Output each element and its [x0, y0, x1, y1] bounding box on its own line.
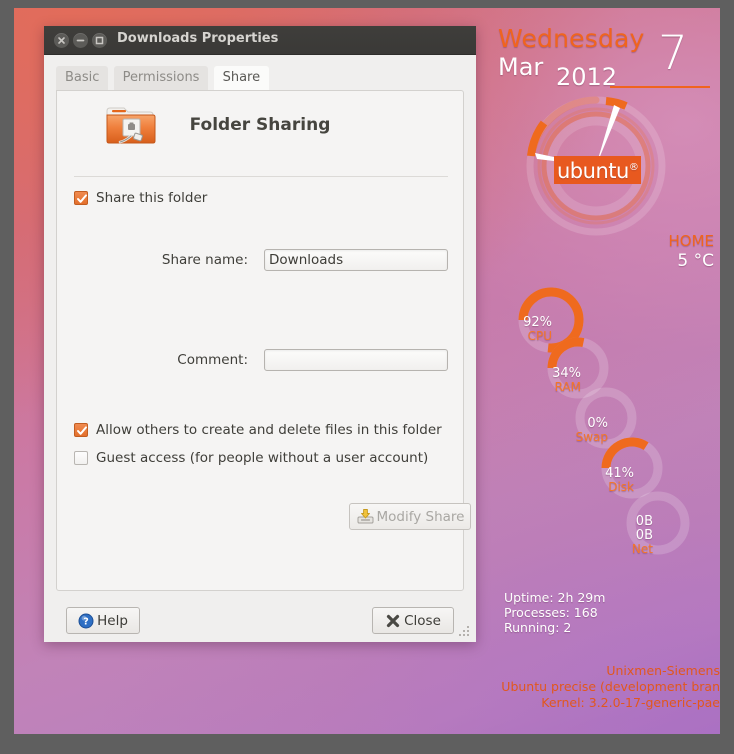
- weather-temperature: 5 °C: [677, 251, 714, 271]
- share-this-folder-label: Share this folder: [96, 190, 208, 206]
- conky-monitor-rings: 92% CPU 34% RAM 0% Swap 41% Disk 0B 0B N…: [508, 280, 698, 570]
- tab-permissions[interactable]: Permissions: [113, 66, 209, 90]
- clock-arc-faint: [529, 96, 600, 153]
- comment-input[interactable]: [264, 349, 448, 371]
- desktop-wallpaper: Wednesday Mar 2012 7 ubuntu® HOME 5 °C 9…: [14, 8, 720, 734]
- header-divider: [74, 176, 448, 177]
- ring-net-label: Net: [632, 542, 653, 556]
- share-tab-panel: Folder Sharing Share this folder Share n…: [56, 90, 471, 591]
- allow-create-delete-checkbox[interactable]: Allow others to create and delete files …: [74, 422, 442, 438]
- stat-uptime: Uptime: 2h 29m: [504, 590, 606, 605]
- conky-year: 2012: [556, 63, 618, 91]
- ring-disk: 41% Disk: [601, 437, 663, 499]
- close-button[interactable]: Close: [372, 607, 454, 634]
- modify-share-button[interactable]: Modify Share: [349, 503, 471, 530]
- comment-row: Comment:: [74, 349, 448, 371]
- ring-cpu: 92% CPU: [518, 287, 584, 353]
- ring-ram-label: RAM: [555, 380, 581, 394]
- share-name-row: Share name:: [74, 249, 448, 271]
- ring-net-value-down: 0B: [636, 528, 653, 543]
- ubuntu-logo-mark: ®: [628, 162, 639, 173]
- host-distro: Ubuntu precise (development bran: [501, 679, 720, 694]
- ring-cpu-label: CPU: [528, 329, 552, 343]
- share-name-label: Share name:: [161, 252, 248, 268]
- dialog-action-bar: ? Help Close: [44, 599, 476, 642]
- allow-create-delete-label: Allow others to create and delete files …: [96, 422, 442, 438]
- ring-swap-label: Swap: [576, 430, 608, 444]
- stat-running: Running: 2: [504, 620, 572, 635]
- ring-disk-label: Disk: [608, 480, 634, 494]
- host-kernel: Kernel: 3.2.0-17-generic-pae: [541, 695, 720, 710]
- guest-access-checkbox[interactable]: Guest access (for people without a user …: [74, 450, 428, 466]
- screen: Wednesday Mar 2012 7 ubuntu® HOME 5 °C 9…: [0, 0, 734, 754]
- conky-system-stats: Uptime: 2h 29m Processes: 168 Running: 2: [504, 590, 720, 635]
- clock-arc-second: [527, 120, 548, 157]
- ring-ram-value: 34%: [552, 366, 581, 381]
- clock-rings: [526, 96, 666, 236]
- weather-location: HOME: [668, 232, 714, 250]
- stat-processes: Processes: 168: [504, 605, 598, 620]
- svg-text:?: ?: [83, 616, 89, 627]
- clock-minute-hand: [596, 105, 620, 166]
- downloads-properties-dialog: Downloads Properties Basic Permissions S…: [44, 26, 476, 642]
- close-x-icon: [387, 614, 400, 627]
- conky-date-widget: Wednesday Mar 2012 7: [476, 24, 720, 100]
- folder-sharing-header: Folder Sharing: [57, 91, 463, 163]
- resize-grip[interactable]: [457, 624, 471, 638]
- help-icon: ?: [78, 613, 94, 628]
- ring-net: 0B 0B Net: [626, 491, 690, 556]
- maximize-icon: [95, 36, 104, 45]
- conky-weekday: Wednesday: [498, 24, 645, 53]
- window-title: Downloads Properties: [117, 31, 279, 46]
- ubuntu-logo-text: ubuntu: [557, 159, 629, 183]
- ring-cpu-value: 92%: [523, 315, 552, 330]
- comment-label: Comment:: [177, 352, 248, 368]
- conky-clock-widget: ubuntu®: [508, 94, 688, 269]
- save-to-disk-icon: [357, 509, 373, 524]
- help-button-label: Help: [97, 612, 128, 629]
- guest-access-label: Guest access (for people without a user …: [96, 450, 429, 466]
- conky-month: Mar: [498, 53, 544, 81]
- modify-share-label: Modify Share: [376, 508, 465, 525]
- tab-basic[interactable]: Basic: [56, 66, 109, 90]
- share-name-input[interactable]: [264, 249, 448, 271]
- share-this-folder-checkbox[interactable]: Share this folder: [74, 190, 207, 206]
- tab-bar: Basic Permissions Share: [44, 55, 476, 91]
- ring-ram: 34% RAM: [547, 337, 609, 399]
- minimize-icon: [76, 39, 85, 42]
- help-button[interactable]: ? Help: [66, 607, 140, 634]
- ring-disk-value: 41%: [605, 466, 634, 481]
- close-icon: [58, 37, 65, 44]
- ring-swap-value: 0%: [587, 416, 608, 431]
- checkbox-unchecked-icon: [74, 451, 88, 465]
- window-minimize-button[interactable]: [73, 33, 88, 48]
- window-maximize-button[interactable]: [92, 33, 107, 48]
- window-close-button[interactable]: [54, 33, 69, 48]
- checkbox-checked-icon: [74, 423, 88, 437]
- clock-hour-hand: [535, 153, 596, 166]
- folder-sharing-heading: Folder Sharing: [189, 115, 331, 135]
- ubuntu-logo: ubuntu®: [554, 156, 642, 184]
- host-name: Unixmen-Siemens: [606, 663, 720, 678]
- tab-share[interactable]: Share: [213, 66, 270, 90]
- close-button-label: Close: [404, 612, 441, 629]
- ring-net-value-up: 0B: [636, 514, 653, 529]
- checkbox-checked-icon: [74, 191, 88, 205]
- conky-host-info: Unixmen-Siemens Ubuntu precise (developm…: [464, 663, 720, 711]
- conky-day: 7: [658, 26, 688, 81]
- conky-weather-widget: HOME 5 °C: [604, 232, 714, 271]
- ring-swap: 0% Swap: [575, 387, 637, 449]
- clock-arc-minute-tick: [605, 97, 628, 110]
- conky-date-underline: [610, 86, 710, 88]
- window-titlebar[interactable]: Downloads Properties: [44, 26, 476, 55]
